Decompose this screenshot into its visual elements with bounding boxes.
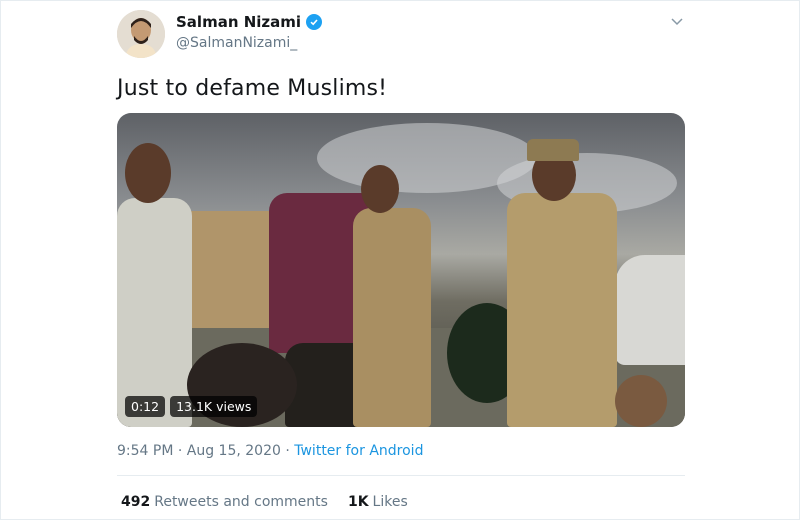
video-player[interactable] (117, 113, 685, 427)
tweet-timestamp[interactable]: 9:54 PM · Aug 15, 2020 · (117, 443, 294, 459)
likes-label: Likes (372, 494, 408, 510)
video-badges: 0:12 13.1K views (125, 396, 258, 417)
video-frame-person-head (615, 375, 667, 427)
video-frame-cap (527, 139, 579, 161)
tweet-meta: 9:54 PM · Aug 15, 2020 · Twitter for And… (117, 443, 423, 459)
video-frame-person (507, 193, 617, 427)
likes-count: 1K (347, 494, 369, 510)
tweet-stats: 492 Retweets and comments 1K Likes (121, 494, 408, 510)
avatar[interactable] (117, 10, 165, 58)
tweet-source-link[interactable]: Twitter for Android (294, 443, 423, 459)
video-views: 13.1K views (170, 396, 258, 417)
chevron-down-icon[interactable] (669, 13, 685, 29)
retweets-stat[interactable]: 492 Retweets and comments (121, 494, 328, 510)
tweet-text: Just to defame Muslims! (117, 76, 388, 101)
author-row: Salman Nizami (176, 13, 323, 31)
divider (117, 475, 685, 476)
video-frame-car (615, 255, 685, 365)
video-frame-person-head (361, 165, 399, 213)
video-frame-person (117, 198, 192, 427)
author-handle[interactable]: @SalmanNizami_ (176, 35, 297, 51)
retweets-label: Retweets and comments (154, 494, 328, 510)
video-frame-person (353, 208, 431, 427)
video-duration: 0:12 (125, 396, 166, 417)
video-frame-person-head (125, 143, 171, 203)
likes-stat[interactable]: 1K Likes (348, 494, 408, 510)
verified-badge-icon (306, 14, 323, 30)
avatar-photo (117, 10, 165, 58)
retweets-count: 492 (121, 494, 151, 510)
author-name[interactable]: Salman Nizami (176, 13, 301, 31)
